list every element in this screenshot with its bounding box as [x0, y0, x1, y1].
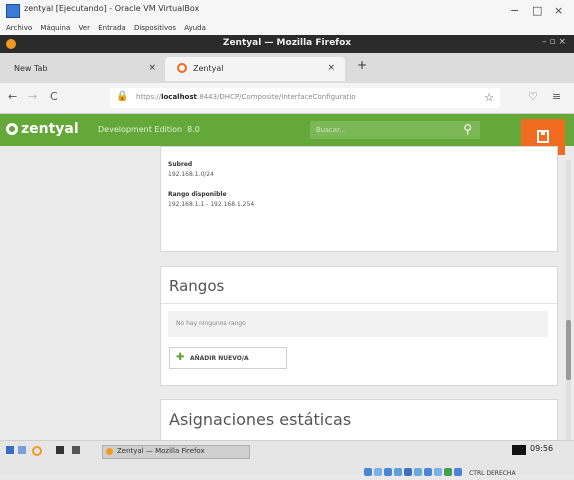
empty-message: No hay ningunos rango: [176, 320, 246, 327]
subred-value: 192.168.1.0/24: [168, 171, 214, 178]
firefox-window-title: Zentyal — Mozilla Firefox: [222, 38, 352, 48]
edition-label: Development Edition 8.0: [98, 125, 200, 134]
window-controls[interactable]: – ▫ ×: [542, 37, 566, 47]
zentyal-header: zentyal Development Edition 8.0 ⚲: [0, 114, 574, 146]
menu-ayuda[interactable]: Ayuda: [184, 24, 206, 32]
menu-ver[interactable]: Ver: [79, 24, 90, 32]
menu-dispositivos[interactable]: Dispositivos: [134, 24, 176, 32]
empty-message-box: No hay ningunos rango: [168, 311, 548, 337]
network-icon[interactable]: [394, 468, 402, 476]
vbox-status-icons: CTRL DERECHA: [364, 461, 574, 477]
subred-label: Subred: [168, 161, 193, 168]
url-bar[interactable]: 🔒 https://localhost:8443/DHCP/Composite/…: [110, 88, 500, 108]
zentyal-logo-icon: [6, 123, 18, 135]
interface-info-card: Subred 192.168.1.0/24 Rango disponible 1…: [160, 146, 558, 252]
back-button[interactable]: ←: [8, 90, 17, 103]
tab-strip: New Tab × Zentyal ×: [0, 53, 574, 83]
rango-value: 192.168.1.1 - 192.168.1.254: [168, 201, 255, 208]
vbox-menubar: Archivo Máquina Ver Entrada Dispositivos…: [0, 21, 574, 35]
clock: 09:56: [530, 444, 554, 453]
tab-new-tab[interactable]: New Tab ×: [6, 57, 166, 81]
desktop-icon[interactable]: [18, 446, 26, 454]
mouse-integration-icon[interactable]: [444, 468, 452, 476]
cpu-icon[interactable]: [434, 468, 442, 476]
asignaciones-title: Asignaciones estáticas: [169, 410, 352, 429]
vbox-title: zentyal [Ejecutando] - Oracle VM Virtual…: [24, 4, 200, 13]
add-new-label: AÑADIR NUEVO/A: [190, 355, 249, 362]
taskbar-window-firefox[interactable]: Zentyal — Mozilla Firefox: [102, 445, 250, 459]
menu-icon[interactable]: ≡: [552, 90, 561, 103]
forward-button[interactable]: →: [28, 90, 37, 103]
display-icon[interactable]: [414, 468, 422, 476]
menu-icon[interactable]: [6, 446, 14, 454]
bookmark-star-icon[interactable]: ☆: [484, 91, 494, 104]
new-tab-button[interactable]: +: [357, 58, 367, 72]
nav-bar: ← → C 🔒 https://localhost:8443/DHCP/Comp…: [0, 83, 574, 114]
usb-icon[interactable]: [384, 468, 392, 476]
url-text: https://localhost:8443/DHCP/Composite/In…: [136, 93, 356, 101]
zentyal-favicon: [177, 63, 187, 73]
recording-icon[interactable]: [424, 468, 432, 476]
search-box: ⚲: [310, 121, 480, 139]
page-scrollbar[interactable]: [566, 160, 571, 440]
lock-icon: 🔒: [116, 91, 129, 102]
save-icon: [537, 130, 549, 143]
optical-icon[interactable]: [374, 468, 382, 476]
virtualbox-icon: [6, 4, 20, 18]
search-input[interactable]: [316, 124, 446, 136]
taskbar-window-label: Zentyal — Mozilla Firefox: [117, 447, 205, 455]
close-tab-icon[interactable]: ×: [148, 63, 156, 73]
divider: [161, 303, 557, 304]
tray-indicator: [512, 445, 526, 455]
rangos-card: Rangos No hay ningunos rango ✚ AÑADIR NU…: [160, 266, 558, 386]
rango-label: Rango disponible: [168, 191, 227, 198]
add-new-range-button[interactable]: ✚ AÑADIR NUEVO/A: [169, 347, 287, 369]
firefox-titlebar: Zentyal — Mozilla Firefox – ▫ ×: [0, 35, 574, 53]
firefox-launcher-icon[interactable]: [32, 446, 42, 456]
tab-zentyal[interactable]: Zentyal ×: [165, 57, 345, 81]
hdd-icon[interactable]: [364, 468, 372, 476]
zentyal-logo[interactable]: zentyal: [6, 121, 79, 137]
reload-button[interactable]: C: [50, 90, 58, 103]
pocket-icon[interactable]: ♡: [528, 90, 538, 103]
scrollbar-thumb[interactable]: [566, 320, 571, 380]
close-tab-icon[interactable]: ×: [327, 63, 335, 73]
zentyal-page: zentyal Development Edition 8.0 ⚲ Subred…: [0, 114, 574, 440]
menu-archivo[interactable]: Archivo: [6, 24, 32, 32]
taskbar: Zentyal — Mozilla Firefox 09:56 CTRL DER…: [0, 440, 574, 477]
tab-label: Zentyal: [193, 64, 224, 73]
menu-entrada[interactable]: Entrada: [98, 24, 126, 32]
firefox-icon: [106, 448, 113, 455]
plus-icon: ✚: [176, 352, 185, 363]
tab-label: New Tab: [14, 64, 48, 73]
keyboard-icon[interactable]: [454, 468, 462, 476]
files-icon[interactable]: [72, 446, 80, 454]
maximize-button[interactable]: □: [532, 4, 542, 17]
shared-folders-icon[interactable]: [404, 468, 412, 476]
search-icon[interactable]: ⚲: [463, 122, 472, 136]
close-button[interactable]: ×: [554, 4, 563, 17]
menu-maquina[interactable]: Máquina: [40, 24, 70, 32]
asignaciones-card: Asignaciones estáticas: [160, 399, 558, 440]
minimize-button[interactable]: −: [510, 4, 519, 17]
vbox-titlebar: zentyal [Ejecutando] - Oracle VM Virtual…: [0, 0, 574, 22]
terminal-icon[interactable]: [56, 446, 64, 454]
rangos-title: Rangos: [169, 277, 225, 295]
